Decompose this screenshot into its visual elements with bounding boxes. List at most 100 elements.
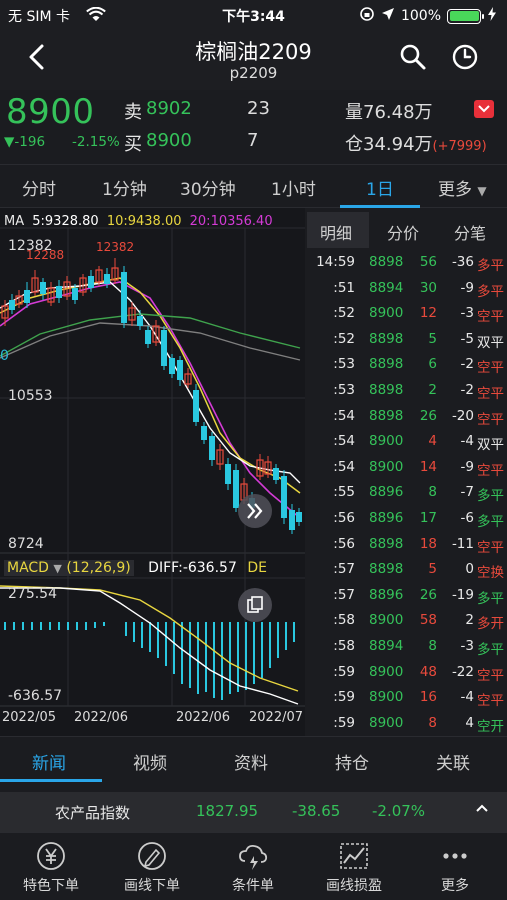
tick-type: 空平 xyxy=(477,539,504,556)
more-tools-button[interactable]: 更多 xyxy=(410,839,500,895)
search-button[interactable] xyxy=(398,42,428,72)
volume: 量76.48万 xyxy=(345,102,433,123)
draw-stop-label: 画线损盈 xyxy=(326,878,382,894)
tab-news[interactable]: 新闻 xyxy=(32,749,66,774)
tick-row: :58 8900 58 2 多开 xyxy=(307,610,507,632)
double-chevron-right-icon xyxy=(247,503,263,519)
price-axis-low: 8724 xyxy=(8,536,44,552)
pen-circle-icon xyxy=(138,842,166,870)
candle-body xyxy=(88,276,94,288)
tick-volume: 8 xyxy=(428,638,437,654)
tab-positions[interactable]: 持仓 xyxy=(335,749,369,774)
tick-price: 8900 xyxy=(369,433,404,450)
peak-label-1: 12288 xyxy=(26,248,65,262)
tick-oi-change: -11 xyxy=(451,535,474,552)
special-order-label: 特色下单 xyxy=(23,878,79,894)
tick-time: 14:59 xyxy=(316,254,355,270)
tick-oi-change: -5 xyxy=(460,330,474,347)
tick-row: :54 8900 14 -9 空平 xyxy=(307,457,507,479)
index-ticker-bar[interactable]: 农产品指数 1827.95 -38.65 -2.07% xyxy=(0,792,507,832)
tick-oi-change: 0 xyxy=(465,561,474,578)
tick-oi-change: -19 xyxy=(451,586,474,603)
draw-order-label: 画线下单 xyxy=(124,878,180,894)
orientation-lock-icon xyxy=(359,6,375,26)
tick-time: :53 xyxy=(333,382,355,398)
price-change-pct: -2.15% xyxy=(72,134,120,150)
candle-body xyxy=(9,300,15,310)
period-tabs: 分时 1分钟 30分钟 1小时 1日 更多 ▼ xyxy=(0,164,507,208)
tab-30min[interactable]: 30分钟 xyxy=(180,175,236,200)
tick-price: 8898 xyxy=(369,561,404,578)
tick-volume: 8 xyxy=(428,714,437,731)
tick-time: :59 xyxy=(333,689,355,706)
tab-video[interactable]: 视频 xyxy=(133,749,167,774)
tab-trades[interactable]: 分笔 xyxy=(454,220,486,244)
candle-body xyxy=(40,282,46,294)
tab-price-dist[interactable]: 分价 xyxy=(387,220,419,244)
page-title: 棕榈油2209 xyxy=(195,40,312,64)
tick-volume: 26 xyxy=(419,586,437,603)
tab-more[interactable]: 更多 ▼ xyxy=(438,175,487,200)
conditional-order-button[interactable]: 条件单 xyxy=(208,839,298,895)
index-name: 农产品指数 xyxy=(55,804,131,822)
tick-price: 8896 xyxy=(369,586,404,603)
special-order-button[interactable]: 特色下单 xyxy=(6,839,96,895)
price-axis-mid: 10553 xyxy=(8,388,53,404)
tick-volume: 2 xyxy=(428,382,437,398)
price-change: ▼-196 xyxy=(4,134,46,150)
candle-body xyxy=(137,316,143,326)
tab-timeshare[interactable]: 分时 xyxy=(22,175,56,200)
bottom-toolbar: 特色下单 画线下单 条件单 画线损盈 更多 xyxy=(0,832,507,900)
bid-qty: 7 xyxy=(247,130,259,151)
chevron-up-icon[interactable] xyxy=(474,800,490,820)
tick-oi-change: -4 xyxy=(460,433,474,450)
macd-legend[interactable]: MACD ▼ (12,26,9) DIFF:-636.57 DE xyxy=(4,560,304,576)
tick-row: :58 8894 8 -3 多平 xyxy=(307,636,507,658)
open-interest: 仓34.94万(+7999) xyxy=(345,134,487,155)
tick-oi-change: -6 xyxy=(460,510,474,526)
price-axis-left: 0 xyxy=(0,348,9,364)
tab-1day[interactable]: 1日 xyxy=(366,175,394,200)
tick-row: :53 8898 6 -2 空平 xyxy=(307,354,507,376)
tab-details[interactable]: 明细 xyxy=(320,220,352,244)
tick-price: 8900 xyxy=(369,663,404,680)
tick-price: 8898 xyxy=(369,330,404,347)
tick-price: 8896 xyxy=(369,510,404,526)
tick-volume: 30 xyxy=(419,279,437,296)
tick-row: :59 8900 8 4 空开 xyxy=(307,713,507,735)
ma-legend: MA 5:9328.80 10:9438.00 20:10356.40 xyxy=(4,214,273,229)
tick-volume: 5 xyxy=(428,330,437,347)
history-button[interactable] xyxy=(450,42,480,72)
tab-1min[interactable]: 1分钟 xyxy=(102,175,147,200)
fast-forward-button[interactable] xyxy=(238,494,272,528)
candle-body xyxy=(225,464,231,484)
index-change: -38.65 xyxy=(292,802,341,820)
clock-icon xyxy=(452,44,478,70)
tick-price: 8900 xyxy=(369,689,404,706)
kline-chart[interactable]: MA 5:9328.80 10:9438.00 20:10356.40 1238… xyxy=(0,208,305,736)
candle-body xyxy=(273,468,279,480)
draw-order-button[interactable]: 画线下单 xyxy=(107,839,197,895)
candle-body xyxy=(281,476,287,518)
tick-type: 多平 xyxy=(477,642,504,658)
tick-type: 空平 xyxy=(477,309,504,326)
tick-time: :56 xyxy=(333,535,355,552)
copy-button[interactable] xyxy=(238,588,272,622)
expand-quote-button[interactable] xyxy=(474,100,494,118)
candle-body xyxy=(193,390,199,422)
tab-info[interactable]: 资料 xyxy=(234,749,268,774)
search-icon xyxy=(400,44,426,70)
tick-volume: 12 xyxy=(419,305,437,322)
tab-1hour[interactable]: 1小时 xyxy=(271,175,316,200)
tick-row: :59 8900 16 -4 空平 xyxy=(307,687,507,709)
ask-label: 卖 xyxy=(124,102,142,123)
tick-type: 空平 xyxy=(477,693,504,710)
draw-stop-button[interactable]: 画线损盈 xyxy=(309,839,399,895)
tick-price: 8898 xyxy=(369,407,404,424)
candle-body xyxy=(161,330,167,366)
tick-time: :56 xyxy=(333,510,355,526)
tick-volume: 18 xyxy=(419,535,437,552)
battery-icon xyxy=(447,8,484,24)
tick-price: 8898 xyxy=(369,356,404,373)
tab-related[interactable]: 关联 xyxy=(436,749,470,774)
